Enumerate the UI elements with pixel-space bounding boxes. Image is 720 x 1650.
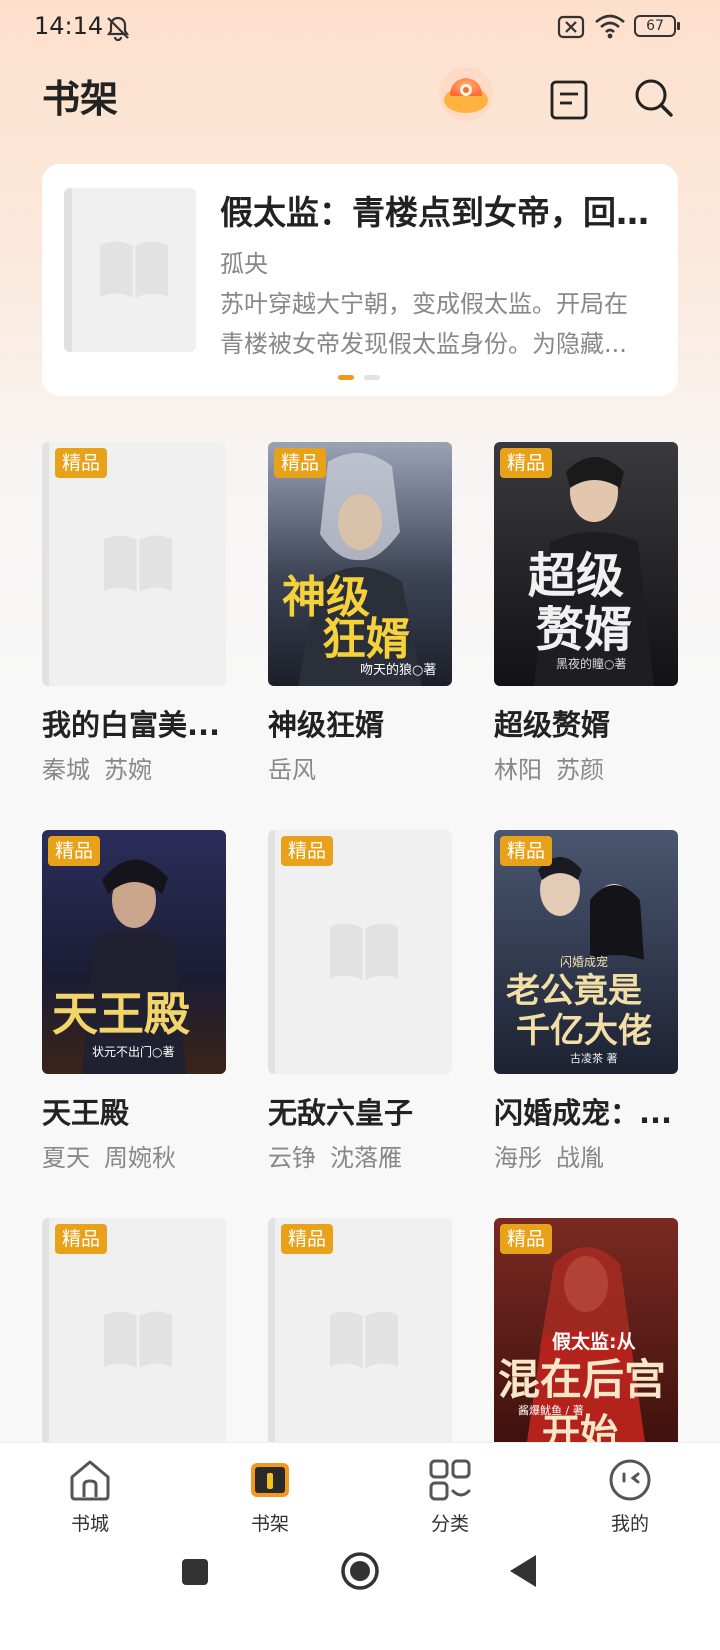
book-placeholder-icon bbox=[100, 241, 168, 299]
book-card[interactable]: 精品 我的白富美... 秦城 苏婉 bbox=[42, 442, 226, 785]
book-cover: 闪婚成宠 老公竟是 千亿大佬 古凌茶 著 精品 bbox=[494, 830, 678, 1074]
book-authors: 夏天 周婉秋 bbox=[42, 1144, 176, 1172]
book-cover: 神级 狂婿 吻天的狼○著 精品 bbox=[268, 442, 452, 686]
nav-label: 我的 bbox=[610, 1513, 649, 1535]
premium-badge: 精品 bbox=[500, 836, 553, 866]
book-cover: 超级 赘婿 黑夜的瞳○著 精品 bbox=[494, 442, 678, 686]
book-title: 超级赘婿 bbox=[494, 708, 611, 742]
cover-art: 超级 赘婿 黑夜的瞳○著 bbox=[494, 442, 678, 686]
carousel-dot-active[interactable] bbox=[338, 375, 354, 380]
nav-item-bookshelf[interactable]: 书架 bbox=[210, 1457, 330, 1536]
nav-item-mine[interactable]: 我的 bbox=[570, 1457, 690, 1536]
svg-text:赘婿: 赘婿 bbox=[536, 602, 632, 658]
sim-off-icon bbox=[557, 15, 585, 39]
cover-art: 神级 狂婿 吻天的狼○著 bbox=[268, 442, 452, 686]
status-time: 14:14 bbox=[34, 12, 104, 40]
back-icon[interactable] bbox=[506, 1553, 540, 1589]
book-authors: 云铮 沈落雁 bbox=[268, 1144, 402, 1172]
book-cover: 假太监:从 混在后宫 开始 酱爆鱿鱼 / 著 精品 bbox=[494, 1218, 678, 1462]
book-authors: 海彤 战胤 bbox=[494, 1144, 604, 1172]
svg-text:千亿大佬: 千亿大佬 bbox=[516, 1011, 652, 1051]
bookshelf-icon bbox=[251, 1463, 289, 1497]
banner-title: 假太监：青楼点到女帝，回... bbox=[220, 193, 650, 232]
banner-description: 苏叶穿越大宁朝，变成假太监。开局在青楼被女帝发现假太监身份。为隐藏... bbox=[220, 290, 628, 358]
svg-text:吻天的狼○著: 吻天的狼○著 bbox=[360, 662, 436, 678]
premium-badge: 精品 bbox=[500, 448, 553, 478]
premium-badge: 精品 bbox=[55, 1224, 108, 1254]
book-card[interactable]: 天王殿 状元不出门○著 精品 天王殿 夏天 周婉秋 bbox=[42, 830, 226, 1173]
premium-badge: 精品 bbox=[274, 448, 327, 478]
book-card[interactable]: 精品 bbox=[42, 1218, 226, 1462]
carousel-dot[interactable] bbox=[364, 375, 380, 380]
nav-item-category[interactable]: 分类 bbox=[390, 1457, 510, 1536]
book-card[interactable]: 精品 无敌六皇子 云铮 沈落雁 bbox=[268, 830, 452, 1173]
book-card[interactable]: 假太监:从 混在后宫 开始 酱爆鱿鱼 / 著 精品 bbox=[494, 1218, 678, 1462]
svg-text:超级: 超级 bbox=[528, 548, 624, 604]
premium-badge: 精品 bbox=[500, 1224, 553, 1254]
category-icon bbox=[429, 1459, 471, 1501]
banner-cover bbox=[64, 188, 196, 352]
book-placeholder-icon bbox=[103, 535, 172, 593]
book-cover: 精品 bbox=[268, 830, 452, 1074]
nav-label: 书城 bbox=[70, 1513, 109, 1535]
svg-text:状元不出门○著: 状元不出门○著 bbox=[92, 1044, 174, 1059]
svg-text:天王殿: 天王殿 bbox=[52, 987, 190, 1041]
svg-text:混在后宫: 混在后宫 bbox=[498, 1355, 666, 1404]
battery-indicator: 67 bbox=[634, 15, 680, 37]
book-placeholder-icon bbox=[103, 1311, 172, 1369]
banner-author: 孤央 bbox=[220, 250, 268, 278]
book-placeholder-icon bbox=[329, 923, 398, 981]
book-card[interactable]: 神级 狂婿 吻天的狼○著 精品 神级狂婿 岳风 bbox=[268, 442, 452, 785]
premium-badge: 精品 bbox=[281, 1224, 334, 1254]
nav-item-bookstore[interactable]: 书城 bbox=[30, 1457, 150, 1536]
status-bar: 14:14 67 bbox=[0, 0, 720, 56]
nav-label: 书架 bbox=[250, 1513, 289, 1535]
bell-muted-icon bbox=[106, 16, 130, 42]
svg-text:酱爆鱿鱼 / 著: 酱爆鱿鱼 / 著 bbox=[518, 1403, 584, 1417]
book-card[interactable]: 精品 bbox=[268, 1218, 452, 1462]
book-placeholder-icon bbox=[329, 1311, 398, 1369]
premium-badge: 精品 bbox=[55, 448, 108, 478]
svg-text:闪婚成宠: 闪婚成宠 bbox=[560, 954, 608, 969]
notes-icon[interactable] bbox=[548, 78, 592, 122]
book-cover: 天王殿 状元不出门○著 精品 bbox=[42, 830, 226, 1074]
search-icon[interactable] bbox=[632, 76, 676, 120]
book-cover: 精品 bbox=[268, 1218, 452, 1462]
book-title: 我的白富美... bbox=[42, 708, 221, 742]
book-cover: 精品 bbox=[42, 1218, 226, 1462]
book-authors: 岳风 bbox=[268, 756, 316, 784]
book-title: 无敌六皇子 bbox=[268, 1096, 414, 1130]
book-cover: 精品 bbox=[42, 442, 226, 686]
svg-text:老公竟是: 老公竟是 bbox=[506, 971, 642, 1011]
hongbao-icon[interactable] bbox=[438, 66, 494, 122]
cover-art: 天王殿 状元不出门○著 bbox=[42, 830, 226, 1074]
bottom-nav: 书城 书架 分类 我的 bbox=[0, 1442, 720, 1650]
cover-art: 闪婚成宠 老公竟是 千亿大佬 古凌茶 著 bbox=[494, 830, 678, 1074]
nav-label: 分类 bbox=[430, 1513, 469, 1535]
book-card[interactable]: 闪婚成宠 老公竟是 千亿大佬 古凌茶 著 精品 闪婚成宠：... 海彤 战胤 bbox=[494, 830, 678, 1173]
cover-art: 假太监:从 混在后宫 开始 酱爆鱿鱼 / 著 bbox=[494, 1218, 678, 1462]
book-title: 闪婚成宠：... bbox=[494, 1096, 673, 1130]
wifi-icon bbox=[595, 14, 625, 39]
page-title: 书架 bbox=[42, 77, 119, 121]
book-title: 神级狂婿 bbox=[268, 708, 385, 742]
home-icon bbox=[70, 1460, 110, 1501]
book-card[interactable]: 超级 赘婿 黑夜的瞳○著 精品 超级赘婿 林阳 苏颜 bbox=[494, 442, 678, 785]
premium-badge: 精品 bbox=[48, 836, 101, 866]
book-authors: 秦城 苏婉 bbox=[42, 756, 152, 784]
book-authors: 林阳 苏颜 bbox=[494, 756, 604, 784]
book-title: 天王殿 bbox=[42, 1096, 130, 1130]
svg-text:狂婿: 狂婿 bbox=[322, 614, 410, 665]
svg-text:假太监:从: 假太监:从 bbox=[552, 1330, 636, 1353]
recents-icon[interactable] bbox=[180, 1557, 210, 1587]
home-button-icon[interactable] bbox=[340, 1551, 380, 1591]
featured-banner[interactable]: 假太监：青楼点到女帝，回... 孤央 苏叶穿越大宁朝，变成假太监。开局在青楼被女… bbox=[42, 164, 678, 396]
svg-text:古凌茶 著: 古凌茶 著 bbox=[570, 1051, 618, 1065]
premium-badge: 精品 bbox=[281, 836, 334, 866]
svg-text:黑夜的瞳○著: 黑夜的瞳○著 bbox=[556, 656, 626, 671]
profile-icon bbox=[609, 1459, 651, 1501]
